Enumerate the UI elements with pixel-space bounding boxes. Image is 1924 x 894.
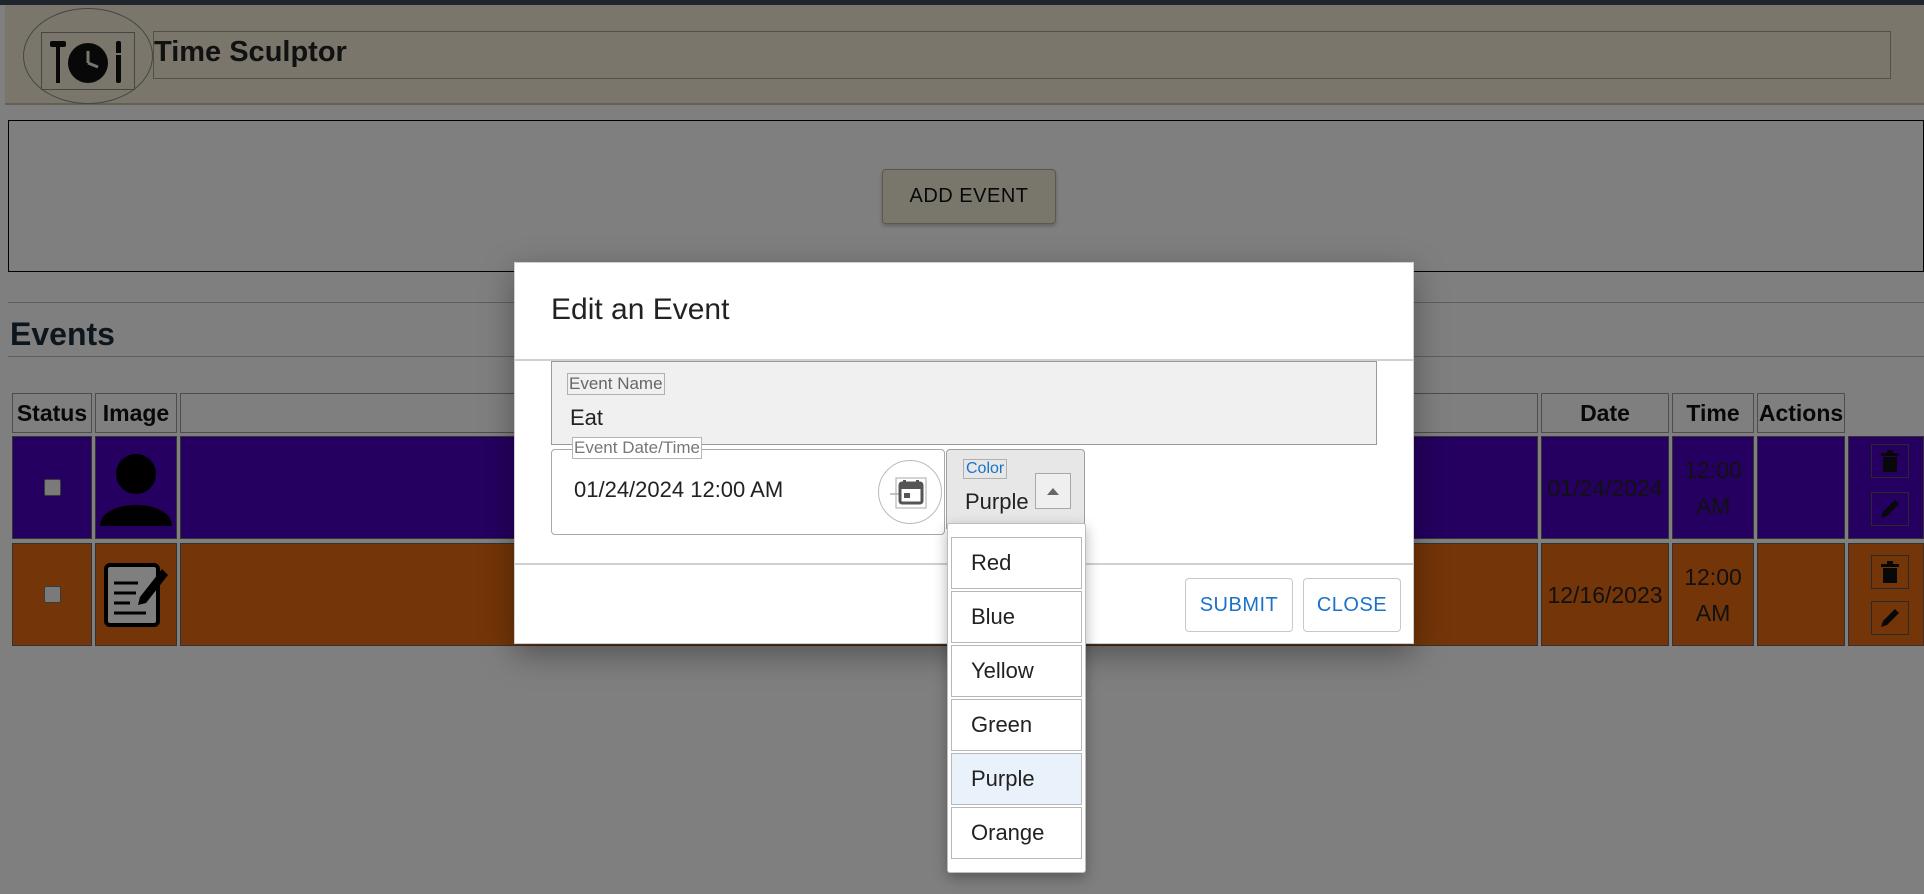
color-option-red[interactable]: Red <box>951 537 1082 589</box>
calendar-icon <box>890 477 927 509</box>
event-datetime-label: Event Date/Time <box>572 437 702 459</box>
color-options-menu: Red Blue Yellow Green Purple Orange <box>947 523 1086 873</box>
close-button[interactable]: CLOSE <box>1303 578 1401 632</box>
color-dropdown-toggle[interactable] <box>1035 473 1071 509</box>
event-name-label: Event Name <box>567 373 665 395</box>
calendar-button[interactable] <box>878 460 942 524</box>
event-datetime-value[interactable]: 01/24/2024 12:00 AM <box>574 477 783 503</box>
submit-button[interactable]: SUBMIT <box>1185 578 1293 632</box>
dialog-title: Edit an Event <box>551 293 730 326</box>
color-value[interactable]: Purple <box>965 489 1029 515</box>
color-option-green[interactable]: Green <box>951 699 1082 751</box>
color-label: Color <box>963 459 1008 479</box>
event-name-value[interactable]: Eat <box>570 405 603 431</box>
color-option-orange[interactable]: Orange <box>951 807 1082 859</box>
event-name-field[interactable] <box>551 361 1377 445</box>
caret-up-icon <box>1047 488 1059 495</box>
color-option-yellow[interactable]: Yellow <box>951 645 1082 697</box>
color-option-purple[interactable]: Purple <box>951 753 1082 805</box>
color-option-blue[interactable]: Blue <box>951 591 1082 643</box>
